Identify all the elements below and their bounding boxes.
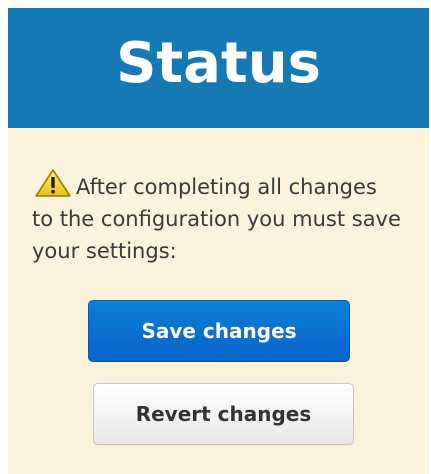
save-changes-label: Save changes	[141, 319, 297, 343]
panel-header: Status	[8, 8, 429, 128]
warning-icon	[32, 168, 74, 198]
revert-changes-button[interactable]: Revert changes	[93, 383, 354, 445]
revert-changes-label: Revert changes	[135, 402, 312, 426]
save-changes-button[interactable]: Save changes	[88, 300, 350, 362]
notice-text: After completing all changes to the conf…	[32, 175, 401, 263]
panel-title: Status	[116, 30, 321, 96]
save-notice: After completing all changes to the conf…	[32, 168, 402, 267]
status-panel: Status After completing all changes to t…	[8, 8, 429, 474]
